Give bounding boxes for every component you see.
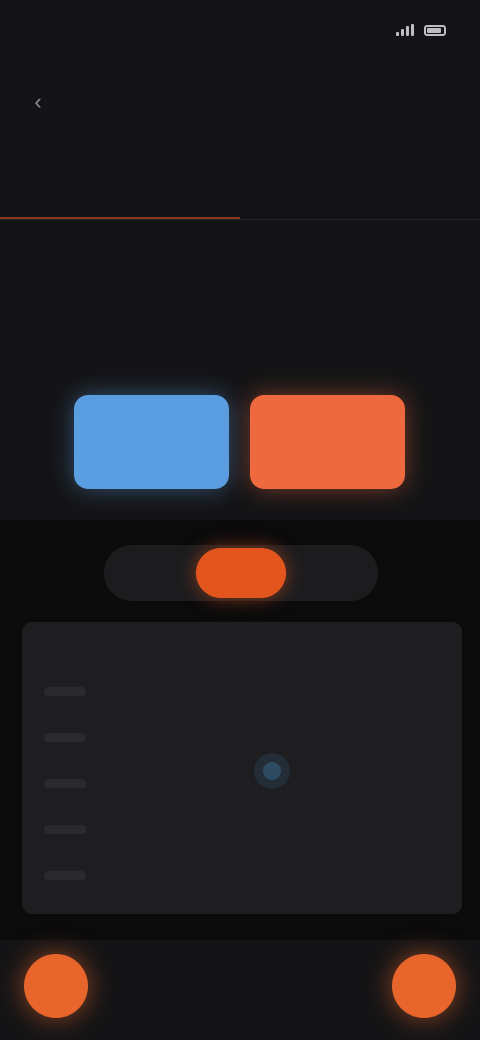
back-button[interactable]: ‹ — [18, 82, 58, 122]
primary-action-button[interactable] — [74, 395, 229, 489]
chart — [44, 687, 290, 880]
y-tick-marker — [44, 687, 86, 696]
y-tick-marker — [44, 825, 86, 834]
segment-second[interactable] — [196, 548, 286, 598]
chart-card — [22, 622, 462, 914]
y-tick-marker — [44, 871, 86, 880]
chevron-left-icon: ‹ — [34, 89, 42, 114]
tab-divider — [0, 219, 480, 220]
range-selector — [104, 545, 378, 601]
battery-icon — [424, 24, 446, 36]
tab-first[interactable] — [0, 150, 240, 220]
status-bar — [0, 0, 480, 60]
reading-panel — [0, 232, 480, 352]
app-header: ‹ — [0, 70, 480, 134]
action-row — [0, 395, 480, 495]
data-point[interactable] — [263, 762, 281, 780]
y-tick-marker — [44, 779, 86, 788]
segment-first[interactable] — [107, 548, 196, 598]
status-right — [396, 24, 446, 36]
signal-icon — [396, 24, 414, 36]
tab-second[interactable] — [240, 150, 480, 220]
left-fab-button[interactable] — [24, 954, 88, 1018]
bottom-bar — [0, 940, 480, 1040]
accent-action-button[interactable] — [250, 395, 405, 489]
tab-bar — [0, 150, 480, 220]
y-tick-marker — [44, 733, 86, 742]
right-fab-button[interactable] — [392, 954, 456, 1018]
segment-third[interactable] — [286, 548, 375, 598]
